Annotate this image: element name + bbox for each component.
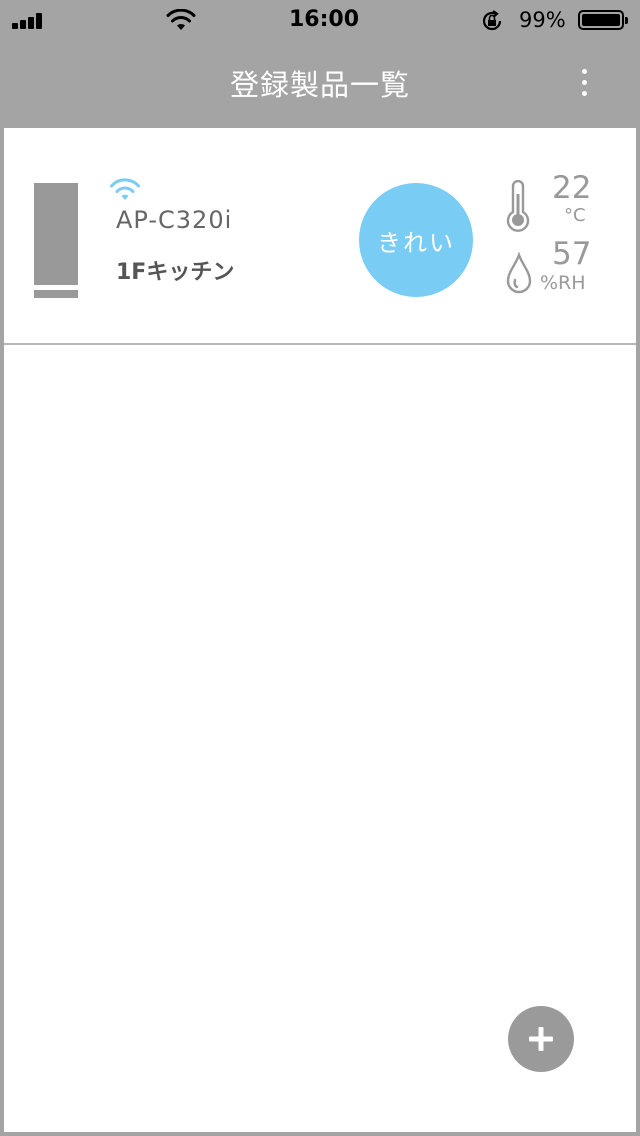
page-title: 登録製品一覧 — [229, 68, 410, 102]
temperature-unit: °C — [564, 205, 586, 226]
device-list: AP-C320i 1Fキッチン きれい 22 °C 57 %RH — [4, 128, 636, 1132]
temperature-value: 22 — [552, 170, 592, 206]
status-bar: 16:00 99% — [0, 0, 640, 40]
battery-percent: 99% — [519, 8, 566, 32]
add-device-button[interactable] — [508, 1006, 574, 1072]
air-status-label: きれい — [377, 228, 455, 257]
humidity-unit: %RH — [540, 272, 586, 294]
air-purifier-icon — [34, 183, 78, 299]
screen: 16:00 99% 登録製品一覧 AP-C320i 1Fキッチン きれい 22 … — [0, 0, 640, 1136]
battery-fill — [582, 14, 620, 26]
orientation-lock-icon — [482, 10, 502, 31]
air-status-badge[interactable]: きれい — [359, 183, 473, 297]
device-location: 1Fキッチン — [116, 260, 235, 285]
device-model: AP-C320i — [116, 206, 233, 234]
wifi-connected-icon — [110, 178, 140, 200]
battery-icon — [578, 10, 628, 30]
thermometer-icon — [506, 180, 530, 232]
plus-icon — [529, 1027, 553, 1051]
more-menu-button[interactable] — [568, 60, 600, 104]
device-card[interactable]: AP-C320i 1Fキッチン きれい 22 °C 57 %RH — [4, 128, 636, 345]
humidity-value: 57 — [552, 236, 592, 272]
humidity-drop-icon — [506, 252, 532, 294]
nav-bar: 登録製品一覧 — [0, 40, 640, 126]
more-vertical-icon — [581, 68, 587, 74]
